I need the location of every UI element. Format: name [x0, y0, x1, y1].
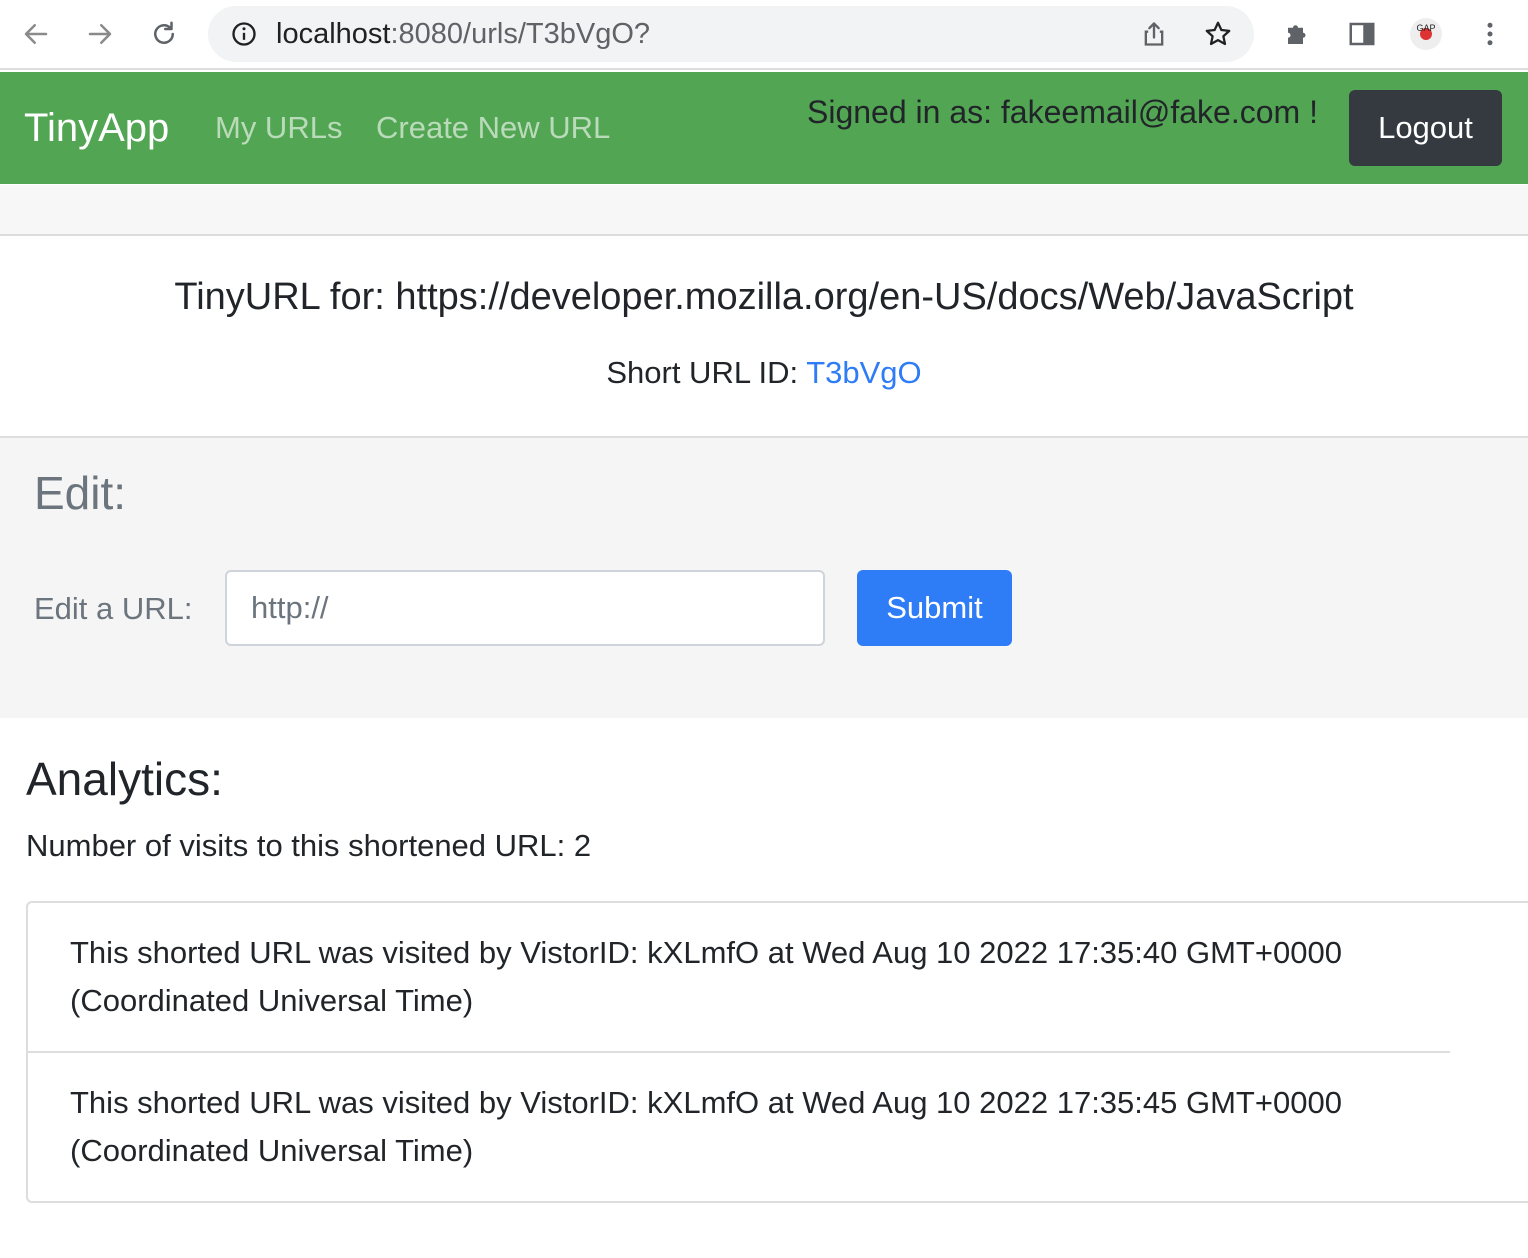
profile-avatar-icon[interactable]: GAP	[1406, 14, 1446, 54]
address-url[interactable]: localhost:8080/urls/T3bVgO?	[276, 6, 650, 62]
subheader-strip	[0, 185, 1528, 236]
edit-panel: Edit: Edit a URL: Submit	[0, 436, 1528, 718]
edit-url-label: Edit a URL:	[34, 591, 193, 626]
nav-my-urls[interactable]: My URLs	[215, 72, 342, 184]
submit-button[interactable]: Submit	[857, 570, 1012, 646]
edit-heading: Edit:	[34, 467, 127, 519]
analytics-heading: Analytics:	[26, 753, 223, 805]
extensions-puzzle-icon[interactable]	[1278, 14, 1318, 54]
browser-toolbar: localhost:8080/urls/T3bVgO? GAP	[0, 0, 1528, 70]
back-arrow-icon[interactable]	[16, 14, 56, 54]
list-item: This shorted URL was visited by VistorID…	[70, 935, 1342, 1018]
short-url-link[interactable]: T3bVgO	[806, 355, 921, 390]
signed-in-text: Signed in as: fakeemail@fake.com !	[807, 94, 1318, 130]
brand-link[interactable]: TinyApp	[24, 72, 169, 184]
forward-arrow-icon[interactable]	[80, 14, 120, 54]
edit-url-input[interactable]	[225, 570, 825, 646]
short-url-id-line: Short URL ID: T3bVgO	[0, 355, 1528, 391]
address-bar[interactable]: localhost:8080/urls/T3bVgO?	[208, 6, 1254, 62]
visits-list: This shorted URL was visited by VistorID…	[26, 901, 1528, 1203]
svg-text:GAP: GAP	[1416, 23, 1435, 33]
info-icon[interactable]	[224, 14, 264, 54]
star-icon[interactable]	[1198, 14, 1238, 54]
list-item: This shorted URL was visited by VistorID…	[28, 1051, 1450, 1201]
reload-icon[interactable]	[144, 14, 184, 54]
side-panel-icon[interactable]	[1342, 14, 1382, 54]
visits-count: Number of visits to this shortened URL: …	[26, 828, 592, 863]
logout-button[interactable]: Logout	[1349, 90, 1502, 166]
nav-create-new-url[interactable]: Create New URL	[376, 72, 610, 184]
short-url-label: Short URL ID:	[606, 355, 807, 390]
share-icon[interactable]	[1134, 14, 1174, 54]
page-title: TinyURL for: https://developer.mozilla.o…	[174, 276, 1354, 318]
menu-dots-icon[interactable]	[1470, 14, 1510, 54]
